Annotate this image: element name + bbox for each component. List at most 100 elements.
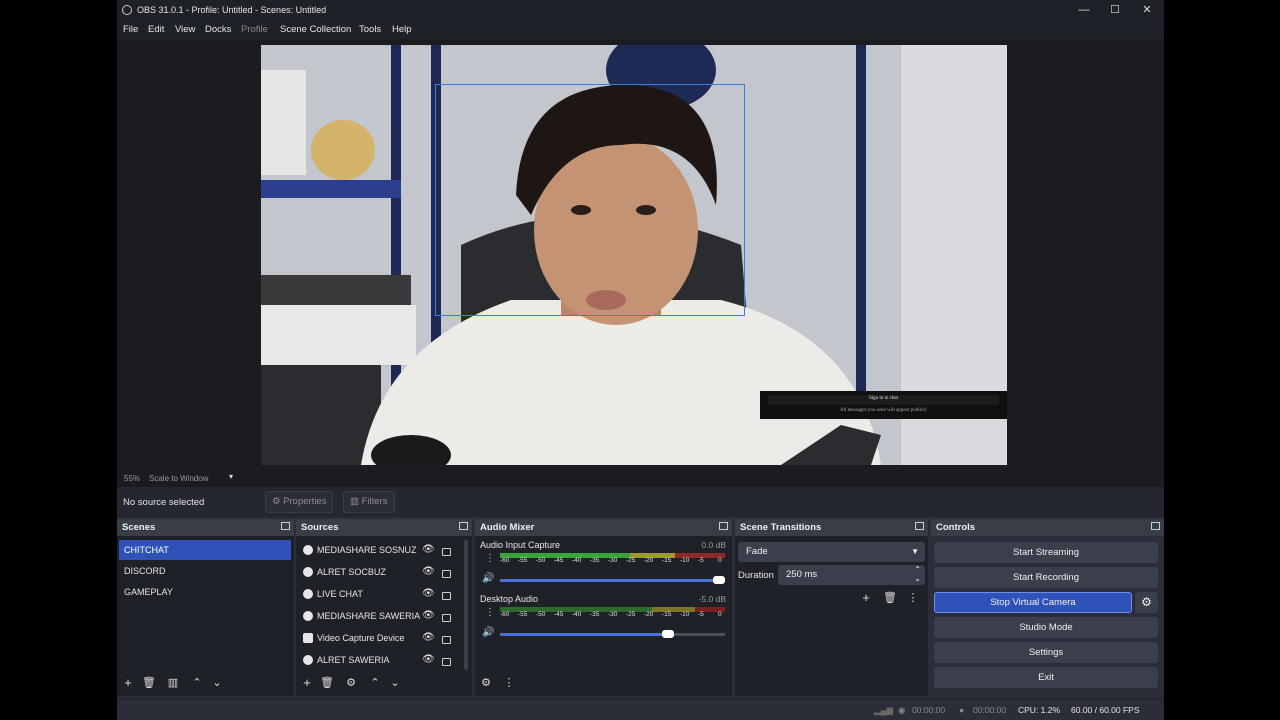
minimize-icon[interactable]: — [1070,2,1098,19]
lock-icon[interactable] [442,614,451,622]
scene-item-chitchat[interactable]: CHITCHAT [119,540,291,560]
speaker-icon[interactable]: 🔊 [482,573,494,584]
fps-readout: 60.00 / 60.00 FPS [1071,705,1140,715]
properties-button-label: Properties [283,496,327,507]
speaker-icon[interactable]: 🔊 [482,627,494,638]
sources-list: MEDIASHARE SOSNUZ 👁 ALRET SOCBUZ 👁 LIVE … [296,536,472,696]
menu-tools[interactable]: Tools [359,24,381,35]
source-item[interactable]: ALRET SAWERIA 👁 [298,649,460,671]
db-tick: -20 [644,557,654,564]
move-up-icon[interactable]: ⌃ [189,675,205,691]
filters-button[interactable]: ▥ Filters [343,491,395,513]
undock-icon[interactable] [281,522,290,530]
visibility-eye-icon[interactable]: 👁 [422,610,435,621]
remove-scene-icon[interactable]: 🗑 [141,675,157,691]
close-icon[interactable]: ✕ [1133,2,1161,19]
maximize-icon[interactable]: ☐ [1101,2,1129,19]
studio-mode-button[interactable]: Studio Mode [934,617,1158,638]
lock-icon[interactable] [442,658,451,666]
undock-icon[interactable] [1151,522,1160,530]
duration-spinbox[interactable]: 250 ms ⌃ ⌄ [778,565,925,585]
visibility-eye-icon[interactable]: 👁 [422,632,435,643]
source-item[interactable]: ALRET SOCBUZ 👁 [298,561,460,583]
add-scene-icon[interactable]: + [120,675,136,691]
advanced-audio-icon[interactable]: ⚙ [478,675,494,691]
channel-menu-icon[interactable]: ⋮ [485,607,495,618]
menu-help[interactable]: Help [392,24,412,35]
scale-dropdown-icon[interactable]: ▾ [229,472,233,481]
db-tick: -60 [500,557,510,564]
menu-scene-collection[interactable]: Scene Collection [280,24,351,35]
scene-item-gameplay[interactable]: GAMEPLAY [119,582,291,602]
start-streaming-button[interactable]: Start Streaming [934,542,1158,563]
visibility-eye-icon[interactable]: 👁 [422,566,435,577]
duration-label: Duration [738,570,774,581]
remove-transition-icon[interactable]: 🗑 [882,590,898,606]
channel-menu-icon[interactable]: ⋮ [485,553,495,564]
move-down-icon[interactable]: ⌄ [387,675,403,691]
preview-area[interactable]: Sign in to chat All messages you send wi… [117,39,1164,470]
visibility-eye-icon[interactable]: 👁 [422,654,435,665]
volume-slider[interactable] [500,576,725,584]
start-recording-button[interactable]: Start Recording [934,567,1158,588]
sources-dock: Sources MEDIASHARE SOSNUZ 👁 ALRET SOCBUZ… [296,519,472,696]
add-source-icon[interactable]: + [299,675,315,691]
db-tick: -15 [662,611,672,618]
volume-slider[interactable] [500,630,725,638]
db-scale: -60 -55 -50 -45 -40 -35 -30 -25 -20 -15 … [500,557,725,568]
scene-transitions-title: Scene Transitions [740,522,822,533]
lock-icon[interactable] [442,636,451,644]
scene-item-discord[interactable]: DISCORD [119,561,291,581]
scene-transitions-header: Scene Transitions [735,519,928,536]
source-label: ALRET SOCBUZ [317,567,386,577]
undock-icon[interactable] [719,522,728,530]
source-selection-box[interactable] [435,84,745,316]
menu-view[interactable]: View [175,24,195,35]
camera-preview[interactable]: Sign in to chat All messages you send wi… [261,45,1007,465]
mixer-menu-icon[interactable]: ⋮ [501,675,517,691]
stream-status-icon: ◉ [898,705,906,715]
lock-icon[interactable] [442,570,451,578]
lock-icon[interactable] [442,548,451,556]
audio-mixer-header: Audio Mixer [475,519,732,536]
menu-edit[interactable]: Edit [148,24,164,35]
source-item[interactable]: LIVE CHAT 👁 [298,583,460,605]
menu-profile[interactable]: Profile [241,24,268,35]
globe-icon [303,567,313,577]
visibility-eye-icon[interactable]: 👁 [422,544,435,555]
undock-icon[interactable] [915,522,924,530]
visibility-eye-icon[interactable]: 👁 [422,588,435,599]
db-tick: -30 [608,611,618,618]
record-status-icon: ● [959,705,965,715]
move-up-icon[interactable]: ⌃ [367,675,383,691]
preview-scrollbar[interactable] [1154,39,1164,470]
source-item[interactable]: MEDIASHARE SOSNUZ 👁 [298,539,460,561]
scale-mode[interactable]: Scale to Window [149,474,209,483]
move-down-icon[interactable]: ⌄ [209,675,225,691]
undock-icon[interactable] [459,522,468,530]
db-tick: -35 [590,611,600,618]
menu-docks[interactable]: Docks [205,24,231,35]
volume-slider-handle[interactable] [713,576,725,584]
virtual-camera-settings-icon[interactable]: ⚙ [1135,592,1158,613]
source-item[interactable]: MEDIASHARE SAWERIA 👁 [298,605,460,627]
controls-header: Controls [931,519,1164,536]
sources-scrollbar[interactable] [464,540,468,670]
add-transition-icon[interactable]: + [858,590,874,606]
settings-button[interactable]: Settings [934,642,1158,663]
scene-filters-icon[interactable]: ▥ [165,675,181,691]
transition-select[interactable]: Fade ▼ [738,542,925,562]
db-tick: -40 [572,557,582,564]
source-item[interactable]: Video Capture Device 👁 [298,627,460,649]
source-properties-icon[interactable]: ⚙ [343,675,359,691]
remove-source-icon[interactable]: 🗑 [319,675,335,691]
menu-file[interactable]: File [123,24,138,35]
spin-down-icon[interactable]: ⌄ [914,569,921,589]
transition-menu-icon[interactable]: ⋮ [905,590,921,606]
exit-button[interactable]: Exit [934,667,1158,688]
stop-virtual-camera-button[interactable]: Stop Virtual Camera [934,592,1132,613]
properties-button[interactable]: ⚙ Properties [265,491,334,513]
scene-transitions-dock: Scene Transitions Fade ▼ Duration 250 ms… [735,519,928,696]
volume-slider-handle[interactable] [662,630,674,638]
lock-icon[interactable] [442,592,451,600]
